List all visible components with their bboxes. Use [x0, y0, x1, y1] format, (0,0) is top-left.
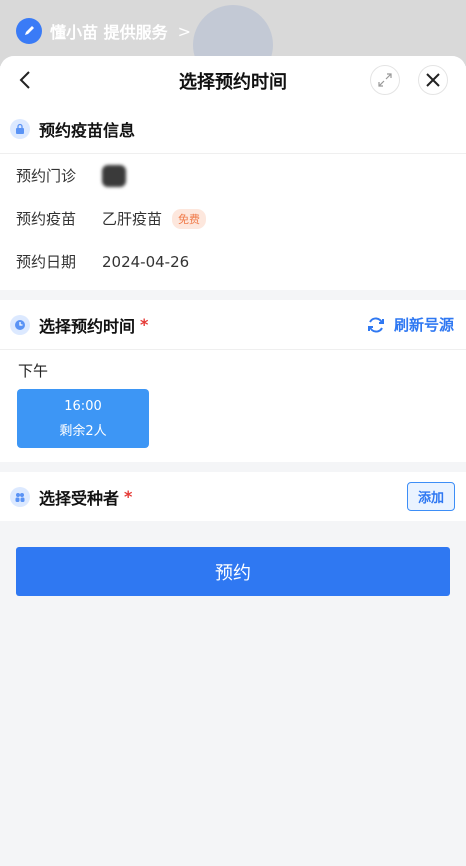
refresh-label: 刷新号源 — [393, 316, 454, 334]
vaccine-value: 乙肝疫苗 — [102, 210, 163, 228]
recipient-title: 选择受种者 * 添加 — [0, 472, 466, 521]
provider-name: 懂小苗 提供服务 — [50, 23, 168, 42]
required-mark: * — [124, 487, 133, 506]
vaccine-info-card: 预约疫苗信息 预约门诊 预约疫苗 乙肝疫苗 免费 预约日期 2024-04-26 — [0, 104, 466, 290]
date-value: 2024-04-26 — [102, 252, 190, 271]
date-label: 预约日期 — [16, 253, 77, 271]
clinic-row: 预约门诊 — [0, 154, 466, 197]
close-button[interactable] — [418, 65, 448, 95]
clinic-value-redacted — [102, 164, 126, 187]
pen-icon — [16, 18, 42, 44]
submit-booking-button[interactable]: 预约 — [16, 547, 450, 596]
vaccine-label: 预约疫苗 — [16, 210, 77, 228]
sheet-header: 选择预约时间 — [0, 56, 466, 104]
time-select-card: 选择预约时间 * 刷新号源 下午 16:00 剩余2人 — [0, 300, 466, 462]
expand-button[interactable] — [370, 65, 400, 95]
add-recipient-button[interactable]: 添加 — [407, 482, 455, 511]
clock-icon — [10, 314, 30, 335]
recipient-card: 选择受种者 * 添加 — [0, 472, 466, 521]
refresh-button[interactable]: 刷新号源 — [366, 314, 454, 335]
date-row: 预约日期 2024-04-26 — [0, 240, 466, 283]
vaccine-row: 预约疫苗 乙肝疫苗 免费 — [0, 197, 466, 240]
period-label: 下午 — [18, 362, 49, 380]
vaccine-info-title: 预约疫苗信息 — [0, 104, 466, 154]
booking-sheet: 选择预约时间 预约疫苗信息 预约门诊 预约疫苗 乙肝疫苗 免费 预约日期 202… — [0, 56, 466, 866]
lock-icon — [10, 118, 30, 139]
time-select-title: 选择预约时间 * 刷新号源 — [0, 300, 466, 350]
close-icon — [426, 73, 440, 87]
expand-icon — [378, 73, 392, 87]
people-icon — [10, 486, 30, 507]
clinic-label: 预约门诊 — [16, 167, 77, 185]
free-badge: 免费 — [172, 208, 207, 229]
time-select-title-text: 选择预约时间 — [39, 316, 136, 336]
time-slot[interactable]: 16:00 剩余2人 — [17, 389, 149, 448]
provider-banner[interactable]: 懂小苗 提供服务 > — [16, 16, 191, 46]
required-mark: * — [140, 315, 149, 334]
refresh-icon — [367, 316, 384, 333]
slot-time: 16:00 — [64, 398, 102, 414]
slot-remaining: 剩余2人 — [59, 423, 107, 439]
vaccine-info-title-text: 预约疫苗信息 — [39, 120, 136, 140]
recipient-title-text: 选择受种者 — [39, 488, 120, 508]
provider-chevron-icon: > — [177, 21, 191, 41]
